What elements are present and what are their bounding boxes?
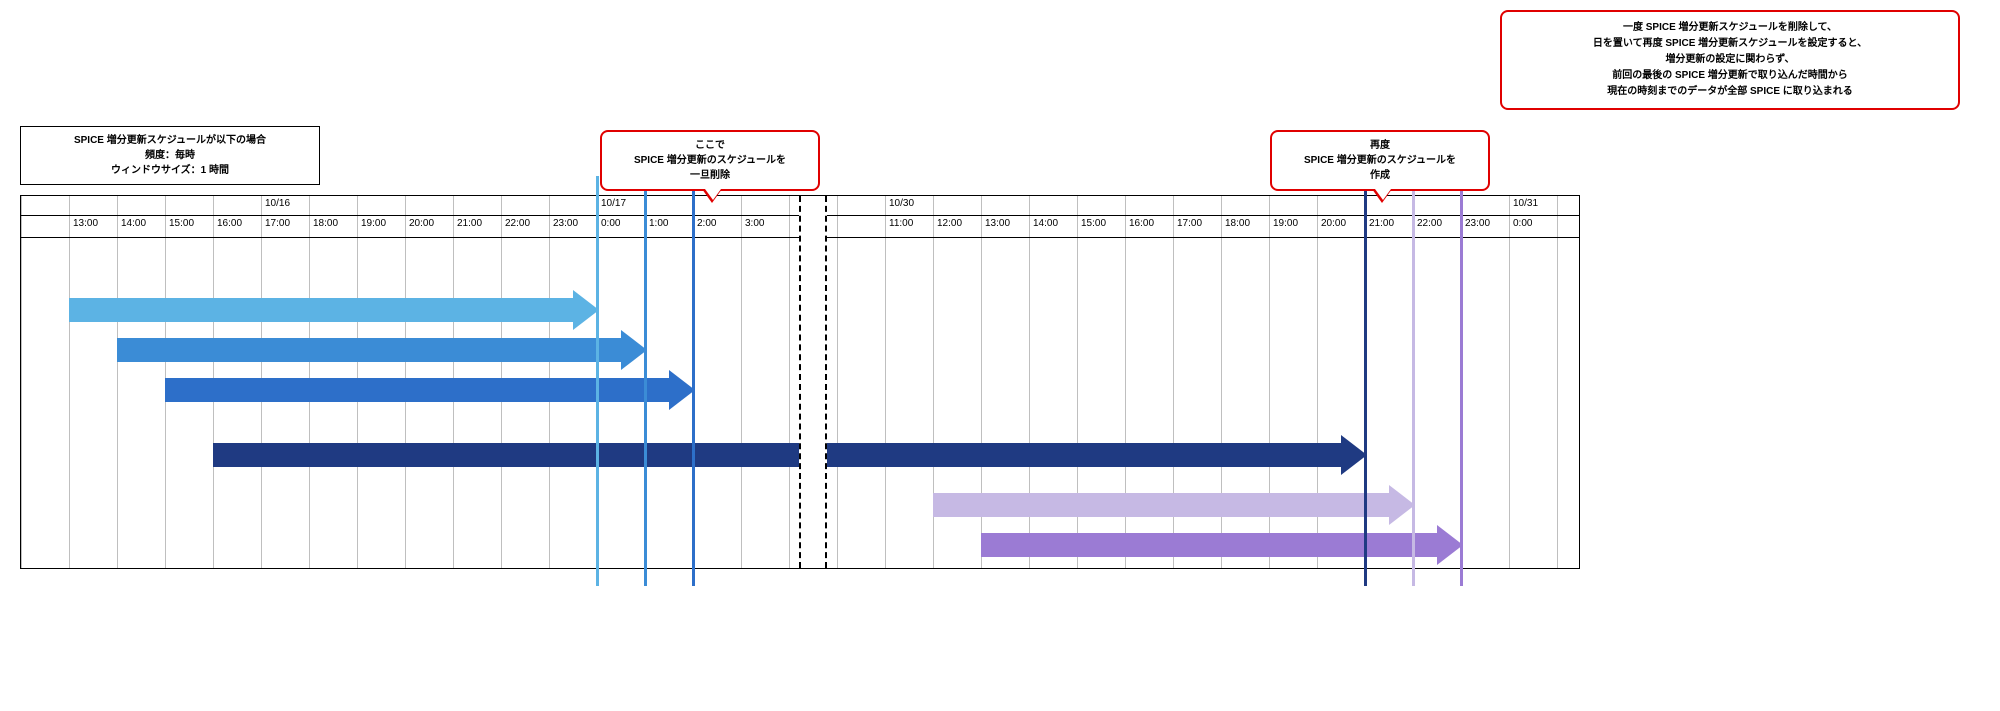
speech-tail-icon (702, 189, 722, 203)
hour-label: 19:00 (1273, 218, 1298, 229)
hour-label: 14:00 (121, 218, 146, 229)
event-marker-line (1460, 176, 1463, 586)
callout-line: 増分更新の設定に関わらず、 (1512, 52, 1948, 68)
config-line: 頻度：毎時 (29, 148, 311, 163)
refresh-span-arrow (165, 378, 693, 402)
timeline-chart: 10/16 10/17 10/30 10/31 13:00 14:00 15:00 16:0… (20, 195, 1580, 569)
hour-label: 3:00 (745, 218, 764, 229)
config-line: ウィンドウサイズ：1 時間 (29, 163, 311, 178)
hour-label: 1:00 (649, 218, 668, 229)
hour-label: 23:00 (553, 218, 578, 229)
hour-label: 0:00 (601, 218, 620, 229)
callout-line: 日を置いて再度 SPICE 増分更新スケジュールを設定すると、 (1512, 36, 1948, 52)
hour-label: 17:00 (1177, 218, 1202, 229)
event-marker-line (692, 176, 695, 586)
event-marker-line (1364, 176, 1367, 586)
event-marker-line (596, 176, 599, 586)
hour-label: 14:00 (1033, 218, 1058, 229)
hour-label: 15:00 (169, 218, 194, 229)
date-label: 10/30 (889, 198, 914, 209)
hour-label: 16:00 (1129, 218, 1154, 229)
hour-label: 20:00 (409, 218, 434, 229)
hour-label: 23:00 (1465, 218, 1490, 229)
config-line: SPICE 増分更新スケジュールが以下の場合 (29, 133, 311, 148)
hour-label: 15:00 (1081, 218, 1106, 229)
speech-line: SPICE 増分更新のスケジュールを (612, 153, 808, 168)
hour-label: 17:00 (265, 218, 290, 229)
hour-label: 13:00 (985, 218, 1010, 229)
hour-label: 18:00 (1225, 218, 1250, 229)
date-label: 10/16 (265, 198, 290, 209)
speech-create-schedule: 再度 SPICE 増分更新のスケジュールを 作成 (1270, 130, 1490, 191)
speech-line: 作成 (1282, 168, 1478, 183)
hour-label: 13:00 (73, 218, 98, 229)
hour-label: 11:00 (889, 218, 913, 229)
callout-line: 一度 SPICE 増分更新スケジュールを削除して、 (1512, 20, 1948, 36)
refresh-span-arrow (117, 338, 645, 362)
hour-label: 22:00 (505, 218, 530, 229)
date-label: 10/17 (601, 198, 626, 209)
speech-line: 一旦削除 (612, 168, 808, 183)
refresh-span-arrow (933, 493, 1413, 517)
hour-label: 21:00 (1369, 218, 1394, 229)
hour-label: 20:00 (1321, 218, 1346, 229)
speech-tail-icon (1372, 189, 1392, 203)
hour-label: 18:00 (313, 218, 338, 229)
explanation-callout: 一度 SPICE 増分更新スケジュールを削除して、 日を置いて再度 SPICE … (1500, 10, 1960, 110)
hour-label: 0:00 (1513, 218, 1532, 229)
hour-label: 16:00 (217, 218, 242, 229)
refresh-span-arrow (69, 298, 597, 322)
speech-line: ここで (612, 138, 808, 153)
refresh-span-arrow (213, 443, 1365, 467)
hour-label: 19:00 (361, 218, 386, 229)
hour-label: 21:00 (457, 218, 482, 229)
event-marker-line (1412, 176, 1415, 586)
hour-label: 12:00 (937, 218, 962, 229)
schedule-config-box: SPICE 増分更新スケジュールが以下の場合 頻度：毎時 ウィンドウサイズ：1 … (20, 126, 320, 185)
refresh-span-arrow (981, 533, 1461, 557)
callout-line: 前回の最後の SPICE 増分更新で取り込んだ時間から (1512, 68, 1948, 84)
speech-line: 再度 (1282, 138, 1478, 153)
event-marker-line (644, 176, 647, 586)
time-gap-indicator (799, 196, 827, 568)
hour-label: 22:00 (1417, 218, 1442, 229)
speech-delete-schedule: ここで SPICE 増分更新のスケジュールを 一旦削除 (600, 130, 820, 191)
callout-line: 現在の時刻までのデータが全部 SPICE に取り込まれる (1512, 84, 1948, 100)
speech-line: SPICE 増分更新のスケジュールを (1282, 153, 1478, 168)
hour-label: 2:00 (697, 218, 716, 229)
date-label: 10/31 (1513, 198, 1538, 209)
